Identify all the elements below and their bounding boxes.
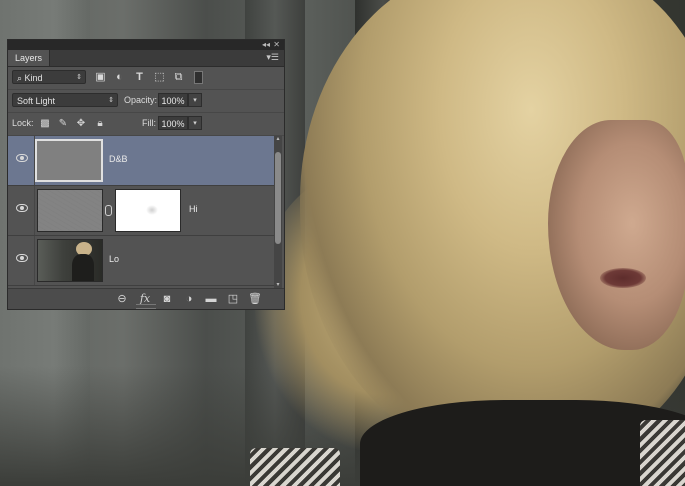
layers-bottom-bar: ⊖ fx ◙ ◑ ▬ ◳ 🗑︎: [8, 288, 284, 309]
layer-name[interactable]: Hi: [189, 204, 198, 214]
new-layer-icon[interactable]: ◳: [226, 292, 240, 306]
fill-input[interactable]: 100%: [158, 116, 188, 130]
adjustment-icon[interactable]: ◑: [182, 292, 196, 306]
lock-all-icon[interactable]: 🔒︎: [94, 118, 106, 130]
lock-row: Lock: ▩ ✎ ✥ 🔒︎ Fill: 100% ▾: [8, 113, 284, 136]
eye-icon[interactable]: [16, 154, 28, 162]
opacity-input[interactable]: 100%: [158, 93, 188, 107]
opacity-slider-button[interactable]: ▾: [188, 93, 202, 107]
blend-mode-label: Soft Light: [17, 96, 56, 106]
layer-thumbnail[interactable]: [37, 239, 103, 282]
panel-tab-row: Layers ▾☰: [8, 50, 284, 67]
tab-layers[interactable]: Layers: [8, 50, 51, 66]
layer-row-hi[interactable]: Hi: [8, 186, 274, 236]
search-icon: ⌕: [17, 73, 25, 83]
layer-name[interactable]: D&B: [109, 154, 128, 164]
mask-link-icon[interactable]: [105, 205, 112, 216]
folder-icon[interactable]: ▬: [204, 292, 218, 306]
blend-mode-dropdown[interactable]: Soft Light ⇕: [12, 93, 118, 107]
layer-row-db[interactable]: D&B: [8, 136, 274, 186]
chevron-updown-icon: ⇕: [108, 97, 114, 104]
panel-menu-icon[interactable]: ▾☰: [266, 52, 279, 63]
layer-thumbnail[interactable]: [35, 139, 103, 182]
lock-label: Lock:: [12, 118, 34, 128]
trash-icon[interactable]: 🗑︎: [248, 292, 262, 306]
layers-scrollbar[interactable]: ▴ ▾: [274, 136, 282, 288]
mask-icon[interactable]: ◙: [160, 292, 174, 306]
lock-transparency-icon[interactable]: ▩: [39, 118, 51, 130]
link-icon[interactable]: ⊖: [115, 292, 129, 306]
eye-icon[interactable]: [16, 204, 28, 212]
close-icon[interactable]: ✕: [273, 40, 280, 50]
layers-list: D&B Hi Lo: [8, 136, 284, 288]
smart-object-filter-icon[interactable]: ⧉: [172, 71, 185, 84]
adjustment-filter-icon[interactable]: ◐: [113, 71, 126, 84]
layer-thumbnail[interactable]: [37, 189, 103, 232]
filter-kind-label: Kind: [24, 73, 43, 83]
double-chevron-icon[interactable]: ◂◂: [262, 40, 270, 50]
lock-image-brush-icon[interactable]: ✎: [57, 118, 69, 130]
jacket-trim: [640, 420, 685, 486]
layers-panel: ◂◂ ✕ Layers ▾☰ ⌕ Kind ⇕ ▣ ◐ T ⬚ ⧉ Soft L…: [7, 39, 285, 310]
panel-titlebar[interactable]: ◂◂ ✕: [8, 40, 284, 50]
type-filter-icon[interactable]: T: [133, 71, 146, 84]
layer-mask-thumbnail[interactable]: [115, 189, 181, 232]
scroll-up-icon[interactable]: ▴: [274, 136, 282, 142]
layer-row-lo[interactable]: Lo: [8, 236, 274, 286]
resize-grip[interactable]: [136, 304, 156, 309]
visibility-cell[interactable]: [8, 136, 35, 185]
shape-filter-icon[interactable]: ⬚: [153, 71, 166, 84]
visibility-cell[interactable]: [8, 186, 35, 235]
lips: [600, 268, 646, 288]
filter-row: ⌕ Kind ⇕ ▣ ◐ T ⬚ ⧉: [8, 67, 284, 90]
opacity-label: Opacity:: [124, 95, 158, 105]
visibility-cell[interactable]: [8, 236, 35, 285]
filter-toggle-icon[interactable]: [194, 71, 203, 84]
eye-icon[interactable]: [16, 254, 28, 262]
lock-position-move-icon[interactable]: ✥: [75, 118, 87, 130]
fill-slider-button[interactable]: ▾: [188, 116, 202, 130]
fill-label: Fill:: [142, 118, 156, 128]
jacket-trim: [250, 448, 340, 486]
chevron-updown-icon: ⇕: [76, 74, 82, 81]
pixel-filter-icon[interactable]: ▣: [94, 71, 107, 84]
blend-row: Soft Light ⇕ Opacity: 100% ▾: [8, 90, 284, 113]
layer-name[interactable]: Lo: [109, 254, 119, 264]
filter-kind-dropdown[interactable]: ⌕ Kind ⇕: [12, 70, 86, 84]
jacket: [360, 400, 685, 486]
scroll-thumb[interactable]: [275, 152, 281, 244]
